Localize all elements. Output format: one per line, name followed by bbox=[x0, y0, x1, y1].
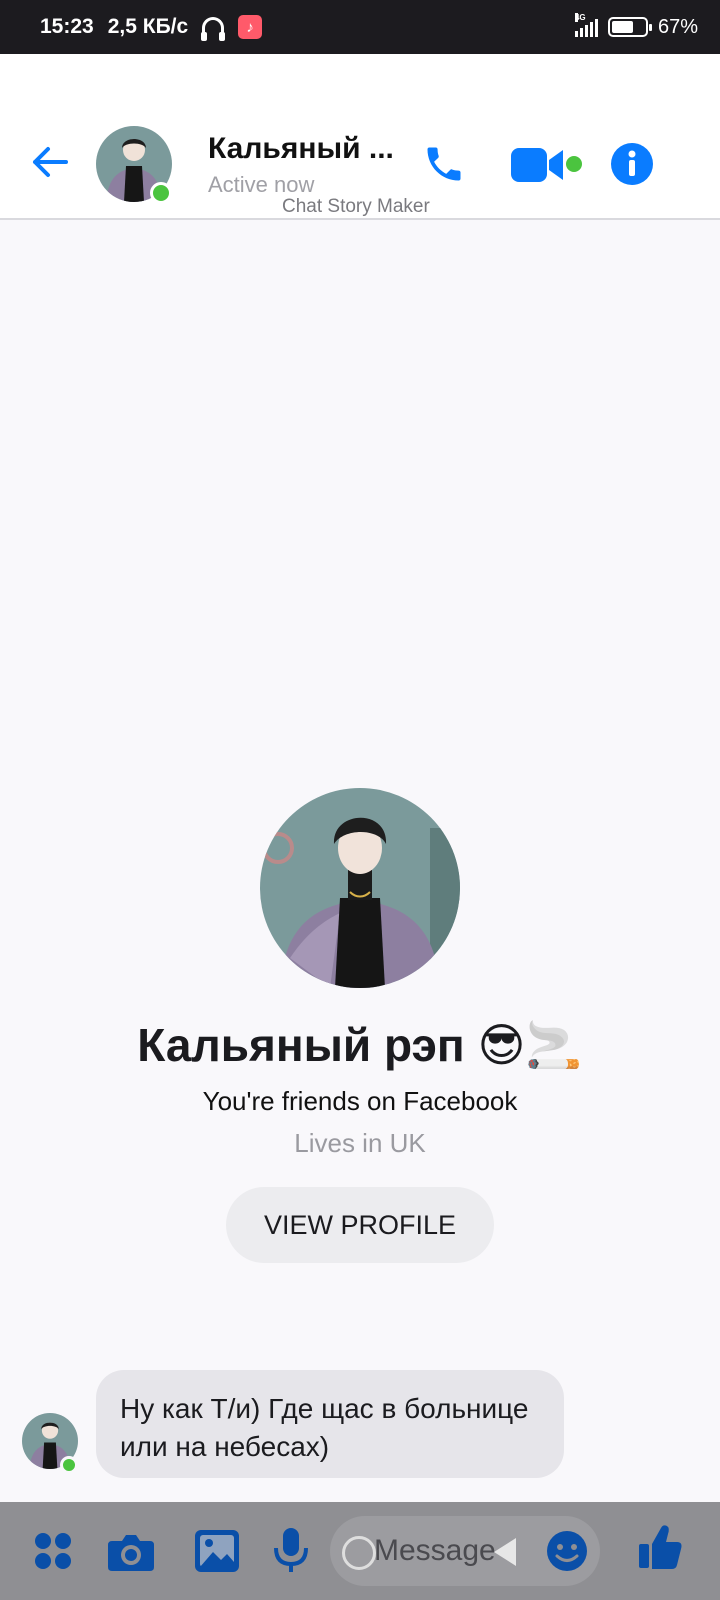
system-back-icon[interactable] bbox=[494, 1538, 516, 1566]
friends-status: You're friends on Facebook bbox=[202, 1086, 518, 1116]
gallery-icon[interactable] bbox=[192, 1526, 242, 1576]
online-status-dot bbox=[150, 182, 172, 204]
signal-icon: 4G bbox=[574, 13, 598, 37]
headphones-icon bbox=[201, 17, 226, 41]
sender-online-dot bbox=[60, 1456, 78, 1474]
battery-icon bbox=[607, 17, 652, 37]
chat-header: Кальяный ... Active now Chat Story Maker bbox=[0, 54, 720, 220]
video-active-dot bbox=[566, 156, 582, 172]
tiktok-icon: ♪ bbox=[238, 15, 263, 39]
info-icon[interactable] bbox=[610, 142, 654, 186]
active-status: Active now bbox=[208, 172, 315, 197]
view-profile-button[interactable]: VIEW PROFILE bbox=[226, 1187, 494, 1263]
system-home-icon[interactable] bbox=[342, 1536, 376, 1570]
location-text: Lives in UK bbox=[294, 1128, 426, 1158]
battery-fill bbox=[611, 21, 634, 33]
network-type: 4G bbox=[574, 13, 586, 22]
contact-name[interactable]: Кальяный ... bbox=[208, 132, 394, 166]
apps-grid-icon[interactable] bbox=[28, 1526, 78, 1576]
phone-icon[interactable] bbox=[420, 140, 468, 188]
profile-name: Кальяный рэп 😎🚬 bbox=[137, 1019, 583, 1071]
status-network-speed: 2,5 КБ/с bbox=[107, 15, 189, 38]
microphone-icon[interactable] bbox=[266, 1526, 316, 1576]
status-time: 15:23 bbox=[40, 15, 94, 38]
status-bar: 15:23 2,5 КБ/с ♪ 4G 67% bbox=[0, 0, 720, 54]
battery-percent: 67% bbox=[657, 15, 698, 38]
back-arrow-icon[interactable] bbox=[30, 142, 70, 182]
video-camera-icon[interactable] bbox=[510, 144, 568, 186]
thumbs-up-icon[interactable] bbox=[636, 1522, 686, 1572]
emoji-icon[interactable] bbox=[542, 1526, 592, 1576]
message-bubble[interactable]: Ну как Т/и) Где щас в больнице или на не… bbox=[96, 1370, 564, 1478]
camera-icon[interactable] bbox=[106, 1526, 156, 1576]
watermark: Chat Story Maker bbox=[282, 196, 430, 217]
profile-picture[interactable] bbox=[260, 788, 460, 988]
composer-bar bbox=[0, 1502, 720, 1600]
